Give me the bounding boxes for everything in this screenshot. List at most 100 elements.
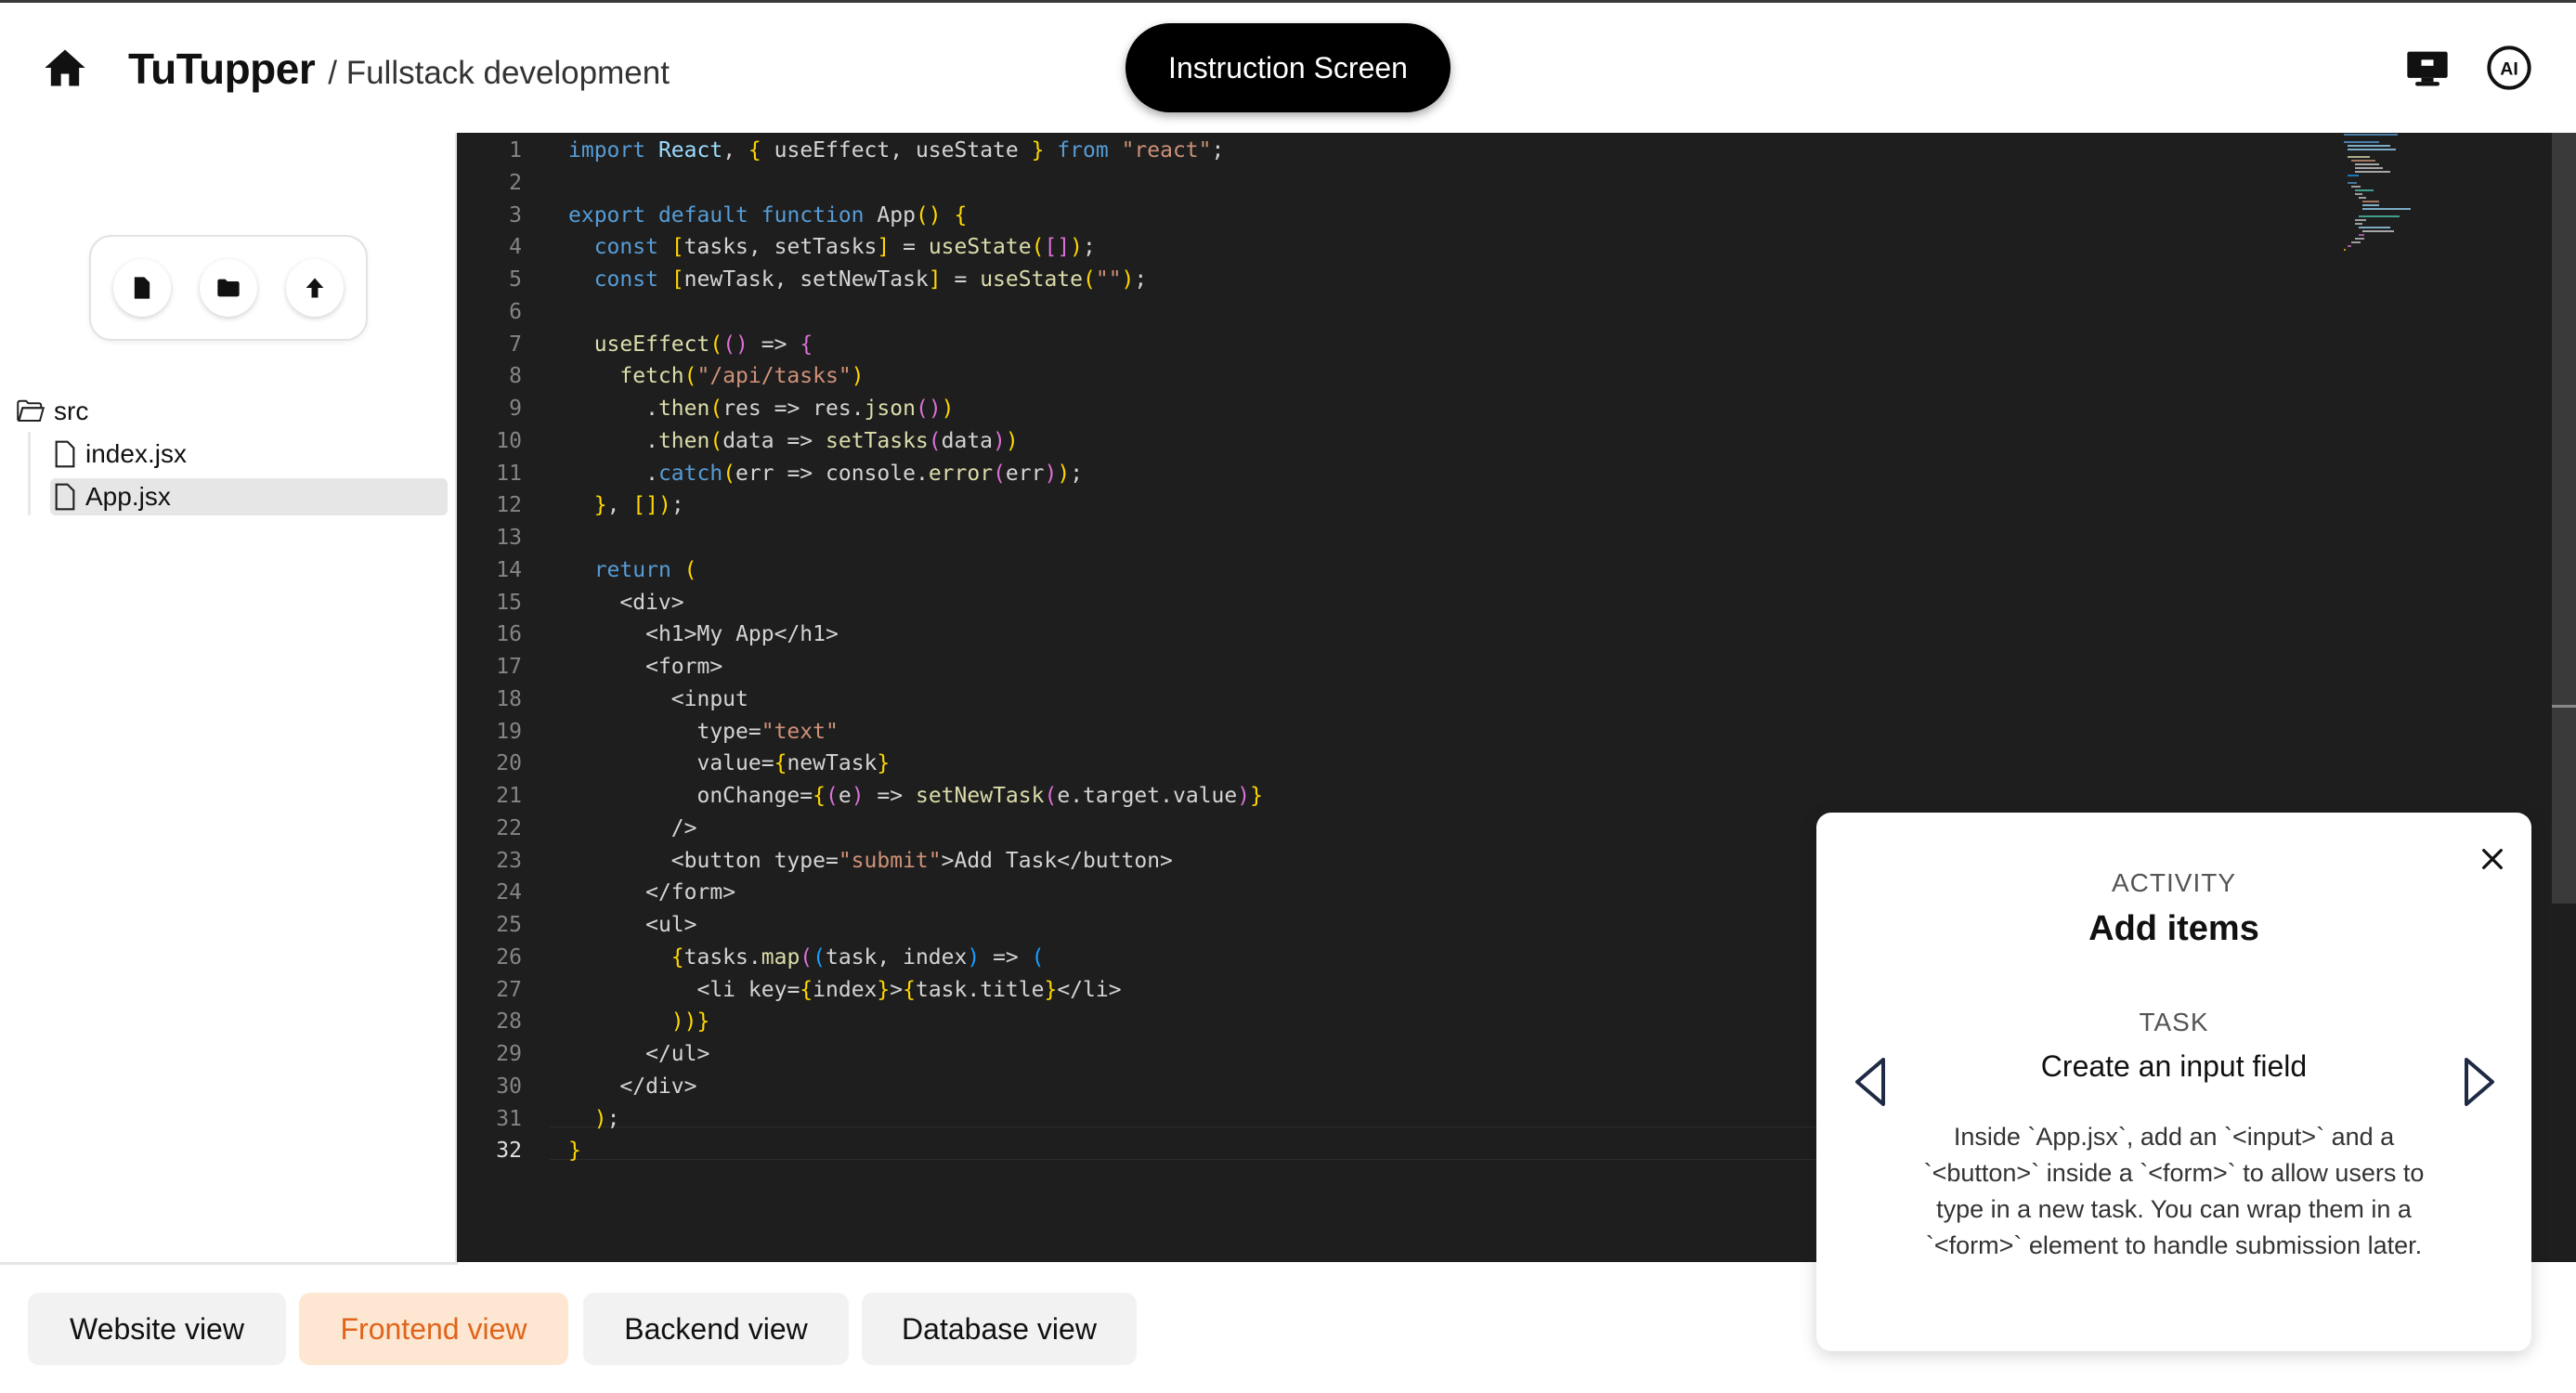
line-number: 21: [496, 784, 522, 808]
code-line[interactable]: 2: [457, 167, 2576, 199]
line-number: 3: [509, 202, 522, 228]
line-number: 12: [496, 493, 522, 518]
code-line[interactable]: 15 <div>: [457, 587, 2576, 618]
minimap[interactable]: [2342, 133, 2444, 254]
upload-button[interactable]: [286, 259, 344, 317]
code-line[interactable]: 14 return (: [457, 554, 2576, 586]
line-number: 23: [496, 848, 522, 873]
line-number: 30: [496, 1074, 522, 1099]
instruction-screen-button[interactable]: Instruction Screen: [1125, 23, 1451, 112]
tab-website-view[interactable]: Website view: [28, 1293, 286, 1365]
line-number: 24: [496, 880, 522, 905]
code-line[interactable]: 17 <form>: [457, 651, 2576, 683]
task-description: Inside `App.jsx`, add an `<input>` and a…: [1923, 1123, 2425, 1259]
line-number: 25: [496, 913, 522, 937]
code-line[interactable]: 19 type="text": [457, 716, 2576, 748]
line-number: 13: [496, 526, 522, 550]
activity-title: Add items: [2088, 909, 2259, 948]
presentation-icon[interactable]: [2403, 44, 2452, 92]
code-text: value={newTask}: [696, 751, 891, 776]
code-line[interactable]: 12 }, []);: [457, 489, 2576, 521]
folder-icon: [217, 279, 240, 297]
line-number: 1: [509, 138, 522, 163]
activity-label: ACTIVITY: [2111, 868, 2236, 897]
code-text: <input: [670, 686, 748, 711]
new-folder-button[interactable]: [200, 259, 257, 317]
tab-frontend-view[interactable]: Frontend view: [299, 1293, 568, 1365]
code-text: useEffect(() => {: [593, 332, 813, 357]
tab-backend-view[interactable]: Backend view: [583, 1293, 849, 1365]
new-file-button[interactable]: [113, 259, 171, 317]
scrollbar-cursor-marker: [2552, 705, 2576, 708]
line-number: 20: [496, 751, 522, 776]
file-icon: [55, 483, 75, 511]
upload-arrow-icon: [306, 278, 324, 298]
code-text: .then(res => res.json()): [568, 397, 955, 421]
project-subtitle: / Fullstack development: [328, 55, 670, 91]
code-text: <div>: [619, 590, 684, 615]
file-app-jsx[interactable]: App.jsx: [50, 478, 448, 515]
code-line[interactable]: 7 useEffect(() => {: [457, 329, 2576, 360]
code-line[interactable]: 3 export default function App() {: [457, 200, 2576, 231]
code-text: fetch("/api/tasks"): [619, 364, 865, 389]
code-line[interactable]: 16 <h1>My App</h1>: [457, 618, 2576, 650]
ai-assistant-icon[interactable]: AI: [2485, 44, 2533, 92]
code-line[interactable]: 1 import React, { useEffect, useState } f…: [457, 135, 2576, 166]
code-line[interactable]: 8 fetch("/api/tasks"): [457, 360, 2576, 392]
scrollbar-thumb[interactable]: [2552, 133, 2576, 904]
code-text: import React, { useEffect, useState } fr…: [568, 138, 1225, 163]
line-number: 8: [509, 364, 522, 389]
code-line[interactable]: 13: [457, 522, 2576, 553]
line-number: 26: [496, 944, 522, 970]
previous-task-arrow-icon[interactable]: [1852, 1056, 1889, 1108]
code-text: );: [593, 1106, 620, 1131]
folder-label: src: [54, 397, 89, 425]
line-number: 14: [496, 557, 522, 582]
line-number: 11: [496, 461, 522, 486]
code-text: .then(data => setTasks(data)): [568, 428, 1019, 453]
code-line[interactable]: 4 const [tasks, setTasks] = useState([])…: [457, 231, 2576, 263]
line-number: 19: [496, 719, 522, 744]
line-number: 2: [509, 170, 522, 195]
home-icon[interactable]: [41, 44, 89, 92]
code-line[interactable]: 6: [457, 296, 2576, 328]
app-header: TuTupper / Fullstack development Instruc…: [0, 3, 2576, 133]
folder-src[interactable]: src: [17, 393, 88, 430]
code-text: </ul>: [645, 1042, 710, 1066]
code-line[interactable]: 11 .catch(err => console.error(err));: [457, 458, 2576, 489]
code-text: export default function App() {: [568, 202, 968, 228]
line-number: 7: [509, 332, 522, 357]
line-number: 4: [509, 235, 522, 260]
line-number: 16: [496, 622, 522, 647]
code-line[interactable]: 21 onChange={(e) => setNewTask(e.target.…: [457, 780, 2576, 812]
file-actions-toolbar: [89, 235, 368, 341]
line-number: 28: [496, 1009, 522, 1035]
code-line[interactable]: 20 value={newTask}: [457, 748, 2576, 779]
code-text: .catch(err => console.error(err));: [568, 461, 1084, 486]
tab-database-view[interactable]: Database view: [862, 1293, 1137, 1365]
line-number: 29: [496, 1042, 522, 1066]
code-text: <button type="submit">Add Task</button>: [670, 848, 1173, 873]
code-text: }: [568, 1139, 581, 1164]
code-text: <ul>: [645, 913, 697, 937]
next-task-arrow-icon[interactable]: [2461, 1056, 2498, 1108]
file-index-jsx[interactable]: index.jsx: [54, 436, 444, 473]
code-line[interactable]: 10 .then(data => setTasks(data)): [457, 425, 2576, 457]
file-label: App.jsx: [85, 482, 171, 511]
editor-scrollbar[interactable]: [2552, 133, 2576, 1262]
folder-open-icon: [17, 399, 45, 422]
line-number: 5: [509, 267, 522, 292]
code-text: ))}: [670, 1009, 710, 1035]
code-text: <form>: [645, 655, 723, 679]
code-line[interactable]: 18 <input: [457, 683, 2576, 715]
code-line[interactable]: 9 .then(res => res.json()): [457, 393, 2576, 424]
line-number: 15: [496, 590, 522, 615]
code-text: {tasks.map((task, index) => (: [670, 944, 1045, 970]
activity-panel: ACTIVITY Add items TASK Create an input …: [1816, 813, 2531, 1351]
code-line[interactable]: 5 const [newTask, setNewTask] = useState…: [457, 264, 2576, 295]
code-text: <h1>My App</h1>: [645, 622, 839, 647]
code-text: const [newTask, setNewTask] = useState("…: [593, 267, 1148, 292]
line-number: 22: [496, 815, 522, 840]
line-number: 31: [496, 1106, 522, 1131]
file-icon: [134, 277, 150, 299]
